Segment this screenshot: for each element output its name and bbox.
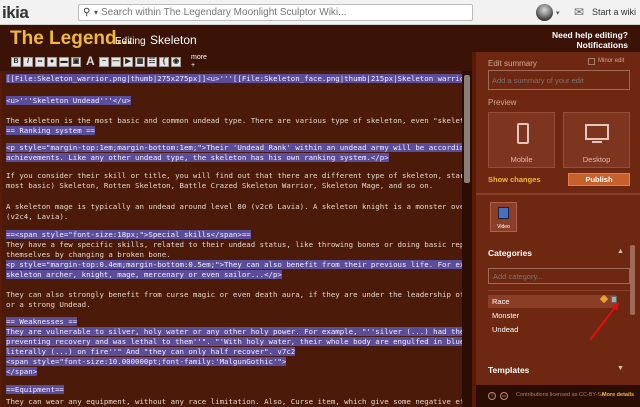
editor-line: They are vulnerable to silver, holy wate…: [6, 327, 462, 336]
editor-line: themselves by changing a broken bone.: [6, 250, 171, 259]
editor-line: <p style="margin-top:0.4em;margin-bottom…: [6, 260, 462, 269]
heading-icon[interactable]: ▬: [59, 57, 69, 67]
edit-summary-input[interactable]: [488, 70, 630, 90]
monitor-stand: [592, 141, 602, 145]
global-navigation: ikia ⚲ ▾ ▾ ✉ Start a wiki: [0, 0, 640, 25]
bold-button[interactable]: B: [11, 57, 21, 67]
chevron-down-icon[interactable]: ▼: [617, 365, 624, 372]
editor-line: They have a few specific skills, related…: [6, 240, 462, 249]
cc-icon: cc: [500, 392, 508, 400]
add-category-input[interactable]: [488, 268, 630, 284]
editor-line: or a strong Undead.: [6, 300, 91, 309]
start-a-wiki-link[interactable]: Start a wiki: [592, 7, 636, 17]
divider: [476, 193, 640, 195]
editor-line: If you consider their skill or title, yo…: [6, 171, 462, 180]
editing-title: Editing Skeleton: [115, 31, 197, 49]
help-links: Need help editing? Notifications: [552, 30, 628, 50]
editor-line: They can also strongly benefit from curs…: [6, 290, 462, 299]
editor-line: They can wear any equipment, without any…: [6, 397, 462, 406]
chevron-down-icon[interactable]: ▾: [94, 8, 98, 17]
publish-button[interactable]: Publish: [568, 173, 630, 186]
editor-line: A skeleton mage is typically an undead a…: [6, 202, 462, 211]
annotation-arrow: [589, 302, 619, 341]
edit-sidebar: Edit summary Minor edit Preview Mobile D…: [476, 52, 640, 407]
editor-line: == Weaknesses ==: [6, 317, 78, 326]
editor-line: preventing recovery and was lethal to th…: [6, 337, 462, 346]
preview-desktop-button[interactable]: Desktop: [563, 112, 630, 168]
video-icon[interactable]: ◉: [171, 57, 181, 67]
media-icon[interactable]: ▶: [123, 57, 133, 67]
templates-heading[interactable]: Templates: [488, 365, 529, 375]
editor-line: The skeleton is the most basic and commo…: [6, 116, 462, 125]
rule-icon[interactable]: —: [111, 57, 121, 67]
font-icon[interactable]: A: [86, 54, 95, 68]
show-changes-link[interactable]: Show changes: [488, 175, 541, 184]
preview-label: Preview: [488, 98, 517, 107]
categories-heading[interactable]: Categories: [488, 248, 532, 258]
chevron-down-icon[interactable]: ▾: [556, 9, 560, 17]
info-icon[interactable]: i: [488, 392, 496, 400]
page-title: Skeleton: [150, 33, 197, 47]
editor-scrollbar[interactable]: [462, 71, 472, 407]
sidebar-scrollbar[interactable]: [629, 195, 637, 395]
license-text: Contributions licensed as CC-BY-SA: [516, 392, 605, 398]
phone-icon: [517, 123, 529, 144]
editor-line: ==Equipment==: [6, 385, 64, 394]
italic-button[interactable]: I: [23, 57, 33, 67]
minor-edit-label: Minor edit: [598, 58, 625, 64]
editor-line: literally (...) on fire''" And "they can…: [6, 347, 296, 356]
more-button[interactable]: more: [191, 54, 207, 61]
editor-toolbar: B I ∞ ● ▬ ▣ A ~ — ▶ ▦ ☷ { ◉ more +: [0, 52, 472, 71]
globe-icon[interactable]: ●: [47, 57, 57, 67]
scroll-thumb[interactable]: [630, 245, 635, 315]
editing-label: Editing: [115, 36, 146, 47]
more-plus-icon[interactable]: +: [191, 62, 195, 69]
source-editor-textarea[interactable]: [[File:Skeleton_warrior.png|thumb|275x27…: [2, 71, 462, 407]
video-label: Video: [497, 224, 510, 230]
signature-icon[interactable]: ~: [99, 57, 109, 67]
monitor-icon: [585, 124, 609, 140]
mobile-label: Mobile: [510, 155, 533, 164]
divider: [488, 290, 630, 291]
notifications-link[interactable]: Notifications: [552, 40, 628, 50]
editor-line: <u>'''Skeleton Undead'''</u>: [6, 96, 131, 105]
avatar[interactable]: [536, 4, 553, 21]
search-input[interactable]: [101, 6, 469, 19]
desktop-label: Desktop: [582, 155, 611, 164]
link-icon[interactable]: ∞: [35, 57, 45, 67]
edit-summary-title: Edit summary: [488, 59, 537, 68]
template-icon[interactable]: {: [159, 57, 169, 67]
editor-line: ==<span style="font-size:18px;">Special …: [6, 230, 251, 239]
editor-line: (v2c4, Lavia).: [6, 212, 69, 221]
chevron-up-icon[interactable]: ▲: [617, 248, 624, 255]
license-footer: i cc Contributions licensed as CC-BY-SA …: [476, 385, 640, 407]
editor-line: [[File:Skeleton_warrior.png|thumb|275x27…: [6, 74, 462, 83]
wiki-header: The Legend... Editing Skeleton Need help…: [0, 25, 640, 52]
fandom-logo[interactable]: ikia: [2, 3, 29, 23]
preview-mobile-button[interactable]: Mobile: [488, 112, 555, 168]
minor-edit-checkbox[interactable]: [588, 58, 595, 65]
table-icon[interactable]: ☷: [147, 57, 157, 67]
editor-line: skeleton archer, knight, mage, mercenary…: [6, 270, 282, 279]
search-box[interactable]: ⚲ ▾: [78, 4, 473, 21]
more-details-link[interactable]: More details: [602, 392, 634, 398]
image-icon[interactable]: ▣: [71, 57, 81, 67]
need-help-link[interactable]: Need help editing?: [552, 30, 628, 40]
editor-line: <span style="font-size:10.000000pt;font-…: [6, 357, 287, 366]
film-icon: [498, 207, 509, 219]
editor-line: most basic) Skeleton, Rotten Skeleton, B…: [6, 181, 434, 190]
editor-line: <p style="margin-top:1em;margin-bottom:1…: [6, 143, 462, 152]
insert-video-button[interactable]: Video: [490, 202, 517, 232]
editor-line: == Ranking system ==: [6, 126, 95, 135]
scroll-thumb[interactable]: [464, 75, 470, 183]
editor-line: </span>: [6, 367, 38, 376]
bell-icon[interactable]: ✉: [574, 5, 584, 19]
search-icon[interactable]: ⚲: [83, 7, 90, 18]
editor-line: achievements. Like any other undead type…: [6, 153, 389, 162]
gallery-icon[interactable]: ▦: [135, 57, 145, 67]
